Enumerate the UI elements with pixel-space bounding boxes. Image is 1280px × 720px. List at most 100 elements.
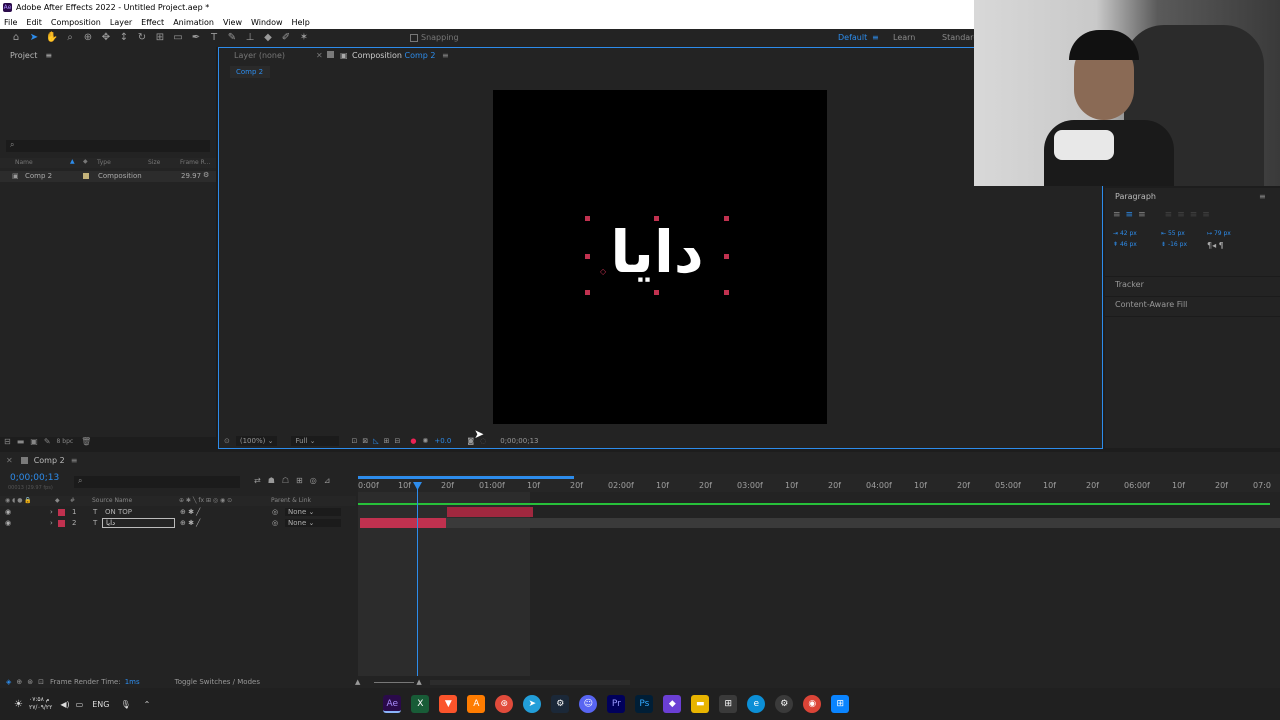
timeline-timecode[interactable]: 0;00;00;13	[10, 473, 59, 483]
home-icon[interactable]: ⌂	[8, 31, 24, 45]
steam-taskbar-icon[interactable]: ⚙	[551, 695, 570, 713]
layer-name-edit-field[interactable]: دايا	[102, 518, 175, 528]
viewer-timecode[interactable]: 0;00;00;13	[500, 437, 538, 445]
menu-edit[interactable]: Edit	[26, 18, 42, 27]
zoom-out-icon[interactable]: ▲	[355, 678, 360, 686]
project-search-input[interactable]: ⌕	[6, 140, 210, 152]
draft-3d-icon[interactable]: ☗	[268, 476, 275, 485]
transparency-grid-icon[interactable]: ⊠	[362, 437, 368, 445]
zoom-tool-icon[interactable]: ⌕	[62, 31, 78, 45]
layer-row-2[interactable]: ◉ › 2 T دايا ⊕ ✱ ╱ ◎ None ⌄	[0, 518, 356, 529]
settings-taskbar-icon[interactable]: ⚙	[775, 695, 794, 713]
photoshop-taskbar-icon[interactable]: Ps	[635, 695, 654, 713]
pen-tool-icon[interactable]: ✒	[188, 31, 204, 45]
workspace-learn[interactable]: Learn	[893, 33, 915, 42]
bounding-handle-bc[interactable]	[654, 290, 659, 295]
space-after[interactable]: ⇟ -16 px	[1161, 241, 1187, 248]
store-taskbar-icon[interactable]: ⊞	[719, 695, 738, 713]
workspace-default[interactable]: Default	[838, 33, 867, 42]
adjust-settings-icon[interactable]: ✎	[44, 437, 51, 446]
region-of-interest-icon[interactable]: ⊡	[351, 437, 357, 445]
video-visibility-icon[interactable]: ◉	[5, 508, 11, 516]
layer-switches[interactable]: ⊕ ✱ ╱	[180, 519, 200, 527]
orbit-camera-icon[interactable]: ⊕	[80, 31, 96, 45]
viewer-menu-icon[interactable]: ≡	[442, 51, 449, 60]
timeline-menu-icon[interactable]: ≡	[71, 456, 78, 465]
indent-first[interactable]: ↦ 79 px	[1207, 230, 1231, 237]
telegram-taskbar-icon[interactable]: ➤	[523, 695, 542, 713]
layer-1-bar[interactable]	[447, 507, 533, 517]
premiere-taskbar-icon[interactable]: Pr	[607, 695, 626, 713]
current-time-indicator[interactable]	[417, 484, 418, 678]
video-visibility-icon[interactable]: ◉	[5, 519, 11, 527]
pan-behind-icon[interactable]: ⊞	[152, 31, 168, 45]
col-type[interactable]: Type	[97, 159, 111, 166]
tracker-panel[interactable]: Tracker	[1115, 280, 1144, 289]
interpret-footage-icon[interactable]: ⊟	[4, 437, 11, 446]
file-explorer-taskbar-icon[interactable]: ▬	[691, 695, 710, 713]
align-left-icon[interactable]: ≡	[1113, 210, 1121, 220]
discord-taskbar-icon[interactable]: ☺	[579, 695, 598, 713]
new-composition-icon[interactable]: ▣	[30, 437, 38, 446]
exposure-reset-icon[interactable]: ✺	[422, 437, 428, 445]
justify-last-center-icon[interactable]: ≡	[1177, 210, 1185, 220]
work-area-bar[interactable]	[358, 476, 574, 479]
flowchart-icon[interactable]: ⚙	[203, 171, 209, 179]
eraser-tool-icon[interactable]: ◆	[260, 31, 276, 45]
source-name-header[interactable]: Source Name	[92, 497, 132, 504]
workspace-standard[interactable]: Standard	[942, 33, 978, 42]
microphone-icon[interactable]: 🎙	[120, 700, 130, 709]
pickwhip-icon[interactable]: ◎	[272, 519, 278, 527]
bounding-handle-tc[interactable]	[654, 216, 659, 221]
zoom-in-icon[interactable]: ▲	[416, 678, 421, 686]
layer-switches-toggle-icon[interactable]: ◈	[6, 678, 11, 686]
toggle-switches-modes[interactable]: Toggle Switches / Modes	[175, 678, 260, 686]
always-preview-icon[interactable]: ⊙	[224, 437, 230, 445]
paragraph-menu-icon[interactable]: ≡	[1259, 192, 1266, 201]
puppet-pin-icon[interactable]: ✶	[296, 31, 312, 45]
frame-blending-icon[interactable]: ⊞	[296, 476, 303, 485]
menu-file[interactable]: File	[4, 18, 17, 27]
indent-right[interactable]: ⇤ 55 px	[1161, 230, 1185, 237]
rotate-tool-icon[interactable]: ↻	[134, 31, 150, 45]
parent-dropdown[interactable]: None ⌄	[285, 508, 341, 516]
close-tab-icon[interactable]: ✕	[316, 51, 323, 60]
bounding-handle-mr[interactable]	[724, 254, 729, 259]
menu-layer[interactable]: Layer	[110, 18, 132, 27]
brave-taskbar-icon[interactable]: ▼	[439, 695, 458, 713]
excel-taskbar-icon[interactable]: X	[411, 695, 430, 713]
after-effects-taskbar-icon[interactable]: Ae	[383, 695, 402, 713]
chrome-taskbar-icon[interactable]: ◉	[803, 695, 822, 713]
lock-tab-icon[interactable]	[327, 51, 334, 58]
justify-last-left-icon[interactable]: ≡	[1165, 210, 1173, 220]
taskbar-clock[interactable]: ۰۷:۵۸ م ۲۷/۰۹/۲۲	[29, 696, 52, 712]
workspace-menu-icon[interactable]: ≡	[872, 33, 879, 42]
layer-label-color[interactable]	[58, 520, 65, 527]
illustrator-like-taskbar-icon[interactable]: A	[467, 695, 486, 713]
roto-brush-icon[interactable]: ✐	[278, 31, 294, 45]
align-center-icon[interactable]: ≡	[1126, 210, 1134, 220]
bounding-handle-br[interactable]	[724, 290, 729, 295]
layer-name[interactable]: ON TOP	[105, 508, 132, 516]
layer-switches[interactable]: ⊕ ✱ ╱	[180, 508, 200, 516]
layer-2-bar[interactable]	[360, 518, 446, 528]
color-channels-icon[interactable]: ●	[410, 437, 416, 445]
layer-row-1[interactable]: ◉ › 1 T ON TOP ⊕ ✱ ╱ ◎ None ⌄	[0, 507, 356, 518]
exposure-value[interactable]: +0.0	[434, 437, 451, 445]
close-tab-icon[interactable]: ✕	[6, 456, 13, 465]
layer-tab[interactable]: Layer (none)	[234, 51, 285, 60]
selection-tool-icon[interactable]: ➤	[26, 31, 42, 45]
app-purple-taskbar-icon[interactable]: ◆	[663, 695, 682, 713]
menu-animation[interactable]: Animation	[173, 18, 214, 27]
weather-icon[interactable]: ☀	[14, 699, 23, 710]
content-aware-fill-panel[interactable]: Content-Aware Fill	[1115, 300, 1187, 309]
pan-camera-icon[interactable]: ✥	[98, 31, 114, 45]
network-icon[interactable]: ▭	[76, 700, 84, 709]
col-size[interactable]: Size	[148, 159, 160, 166]
indent-left[interactable]: ⇥ 42 px	[1113, 230, 1137, 237]
language-indicator[interactable]: ENG	[92, 700, 109, 709]
type-tool-icon[interactable]: T	[206, 31, 222, 45]
brush-tool-icon[interactable]: ✎	[224, 31, 240, 45]
panel-menu-icon[interactable]: ≡	[45, 51, 52, 60]
project-item-comp2[interactable]: ▣ Comp 2 Composition 29.97 ⚙	[0, 171, 216, 182]
